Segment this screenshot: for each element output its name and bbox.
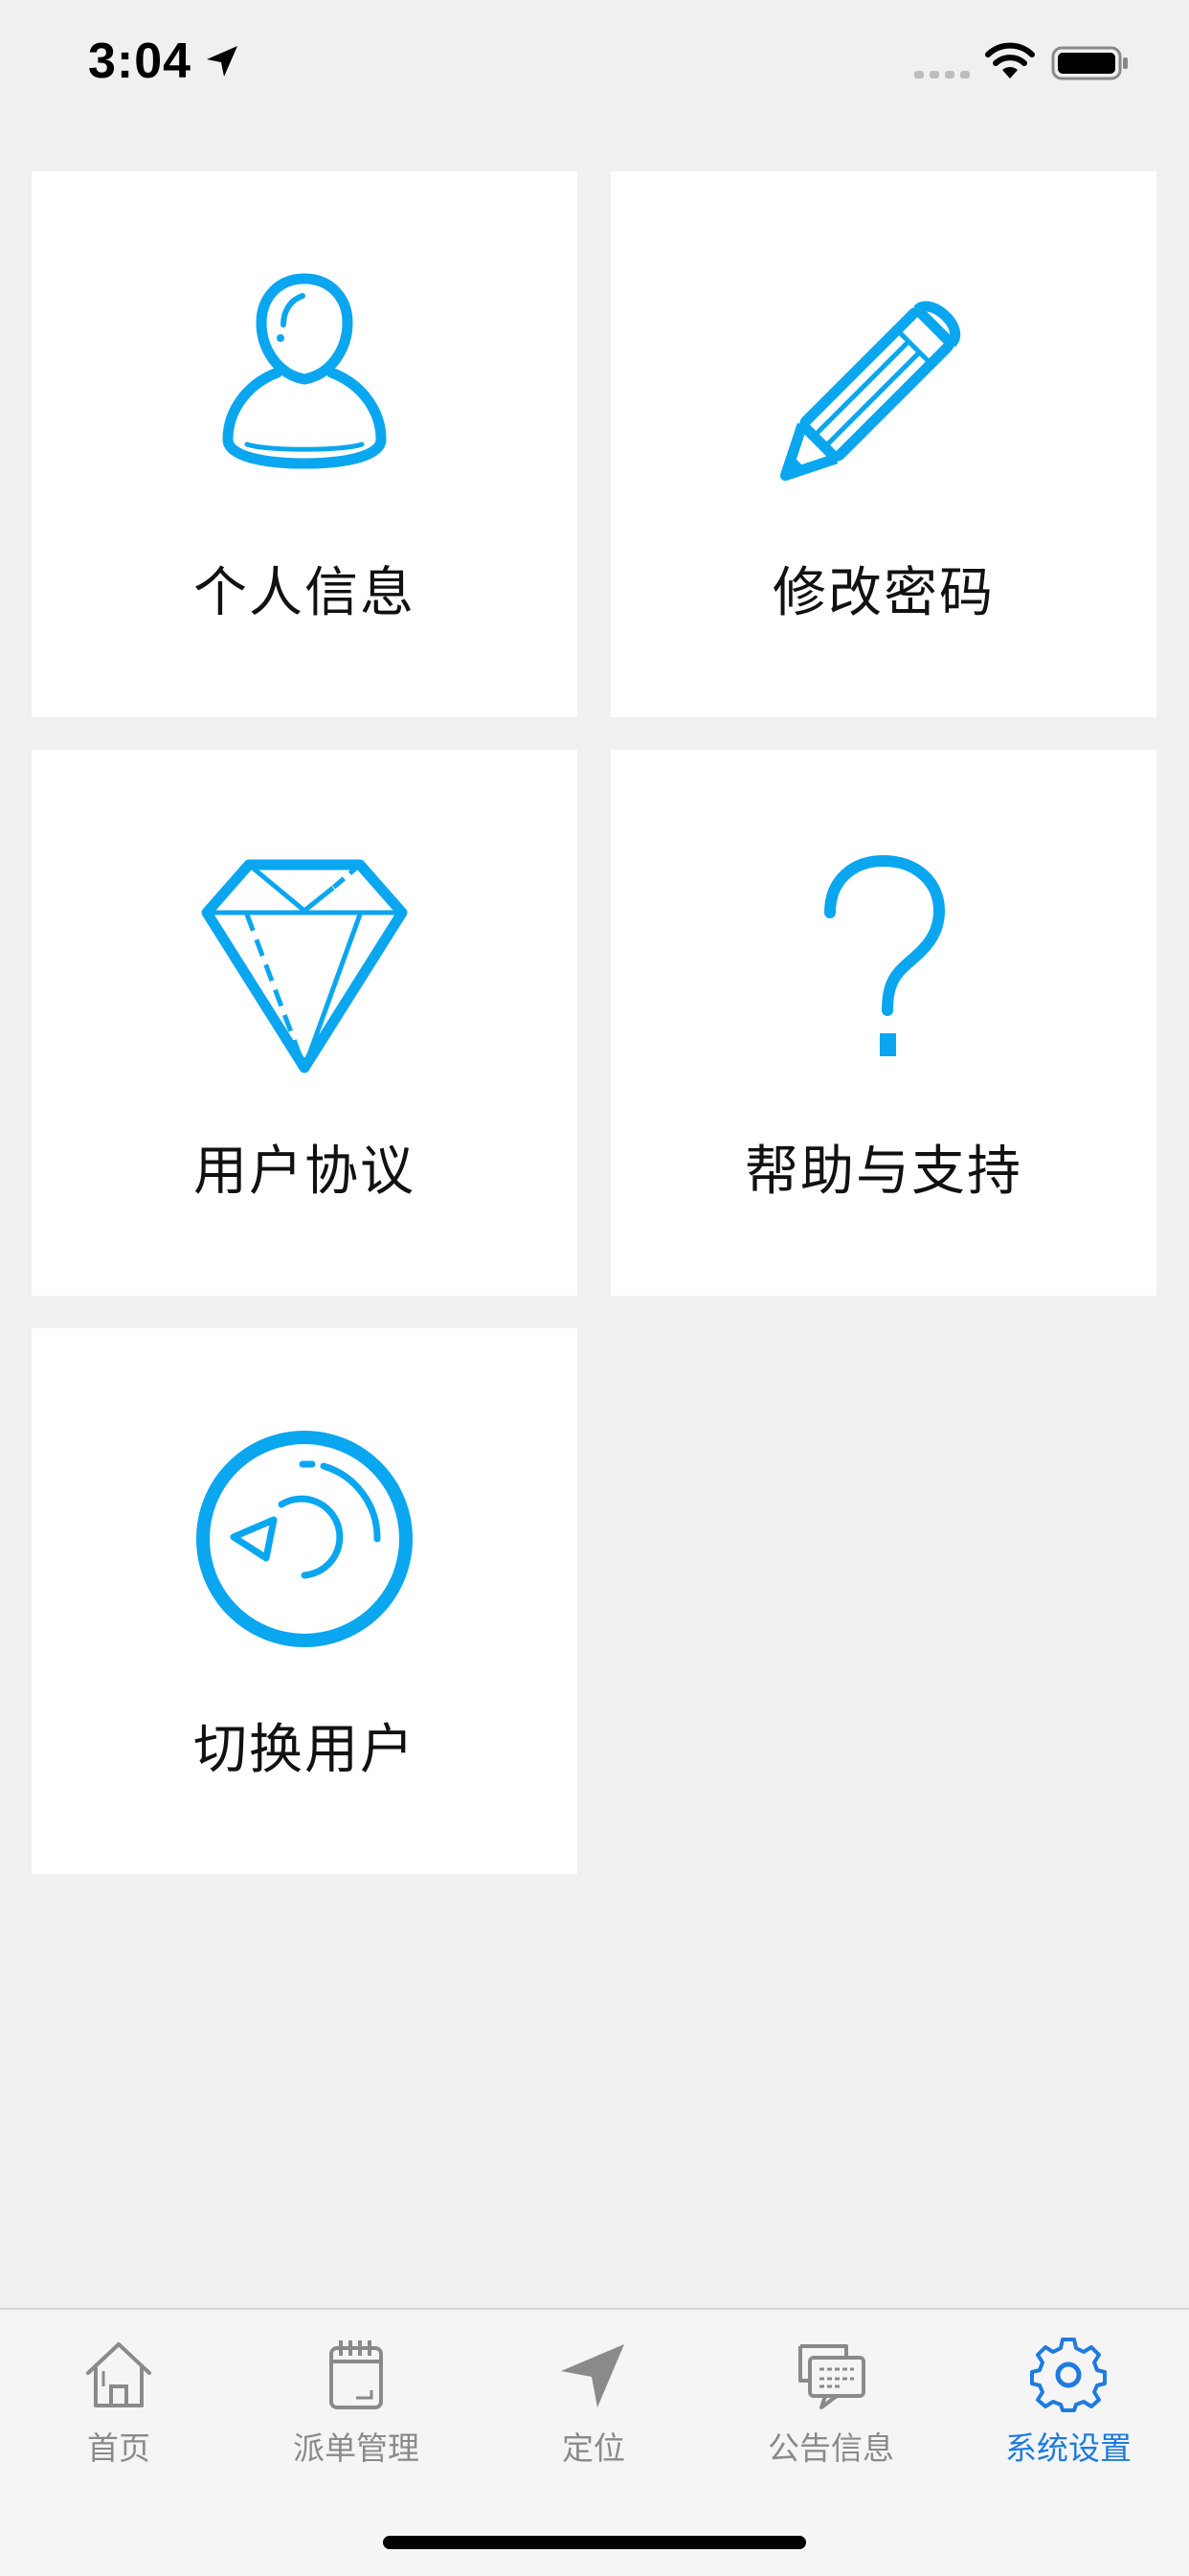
- home-icon: [86, 2342, 151, 2407]
- gear-icon: [1030, 2338, 1107, 2412]
- personal-info-tile[interactable]: 个人信息: [32, 171, 577, 717]
- status-time: 3:04: [88, 34, 192, 89]
- location-services-icon: [207, 46, 237, 77]
- help-support-label: 帮助与支持: [745, 1141, 1022, 1203]
- diamond-icon: [201, 859, 408, 1073]
- location-arrow-icon: [561, 2344, 624, 2407]
- wifi-icon: [985, 42, 1035, 79]
- tab-settings-label: 系统设置: [1005, 2429, 1132, 2467]
- tab-dispatch-label: 派单管理: [293, 2429, 419, 2467]
- battery-icon: [1051, 46, 1128, 80]
- change-password-tile[interactable]: 修改密码: [611, 171, 1156, 717]
- pencil-icon: [779, 301, 961, 482]
- status-bar: 3:04: [0, 0, 1189, 124]
- cellular-signal-icon: [914, 71, 970, 79]
- home-indicator[interactable]: [383, 2536, 806, 2549]
- switch-user-tile[interactable]: 切换用户: [32, 1328, 577, 1874]
- chat-icon: [798, 2344, 865, 2409]
- tab-location-label: 定位: [562, 2429, 625, 2467]
- help-support-tile[interactable]: 帮助与支持: [611, 750, 1156, 1296]
- personal-info-label: 个人信息: [193, 562, 415, 624]
- switch-user-label: 切换用户: [193, 1719, 415, 1781]
- change-password-label: 修改密码: [773, 562, 995, 624]
- tab-home-label: 首页: [87, 2429, 150, 2467]
- user-agreement-tile[interactable]: 用户协议: [32, 750, 577, 1296]
- tab-location[interactable]: 定位: [475, 2310, 712, 2501]
- switch-user-icon: [196, 1431, 413, 1647]
- tab-settings[interactable]: 系统设置: [950, 2310, 1187, 2501]
- person-icon: [222, 273, 387, 469]
- tab-dispatch[interactable]: 派单管理: [237, 2310, 475, 2501]
- tab-notice[interactable]: 公告信息: [712, 2310, 950, 2501]
- user-agreement-label: 用户协议: [193, 1141, 415, 1203]
- question-icon: [824, 854, 946, 1056]
- notebook-icon: [329, 2340, 383, 2409]
- tab-home[interactable]: 首页: [0, 2310, 237, 2501]
- tab-notice-label: 公告信息: [768, 2429, 894, 2467]
